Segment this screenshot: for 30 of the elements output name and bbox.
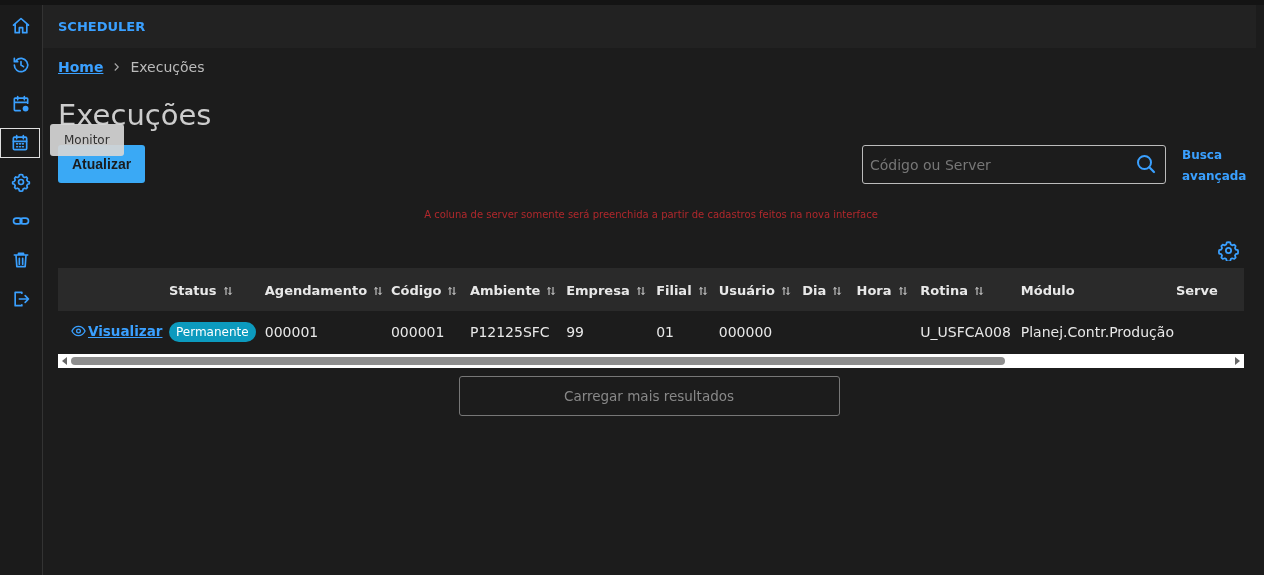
column-header[interactable]: Código bbox=[390, 282, 442, 298]
column-header[interactable]: Ambiente bbox=[469, 282, 541, 298]
column-header[interactable]: Rotina bbox=[920, 282, 968, 298]
column-header[interactable]: Usuário bbox=[718, 282, 775, 298]
app-title: SCHEDULER bbox=[58, 19, 146, 34]
status-tag: Permanente bbox=[169, 321, 256, 342]
table-cell: P12125SFC bbox=[469, 323, 550, 340]
breadcrumb-link[interactable]: Home bbox=[58, 59, 104, 75]
column-header[interactable]: Módulo bbox=[1020, 282, 1075, 298]
column-header[interactable]: Hora bbox=[856, 282, 892, 298]
column-header[interactable]: Empresa bbox=[566, 282, 630, 298]
column-header[interactable]: Agendamento bbox=[264, 282, 368, 298]
column-header[interactable]: Filial bbox=[656, 282, 692, 298]
column-header[interactable]: Serve bbox=[1175, 282, 1218, 298]
view-link[interactable]: Visualizar bbox=[71, 323, 163, 339]
column-header[interactable]: Status bbox=[169, 282, 217, 298]
tooltip: Monitor bbox=[50, 124, 124, 156]
breadcrumb-current: Execuções bbox=[130, 59, 205, 75]
table-cell: 01 bbox=[656, 323, 674, 340]
notice-text: A coluna de server somente será preenchida a partir de cadastros feitos na nova interface bbox=[423, 209, 879, 222]
advanced-search-link[interactable]: Busca avançada bbox=[1182, 145, 1244, 187]
table-cell: U_USFCA008 bbox=[920, 323, 1011, 340]
column-header[interactable]: Dia bbox=[802, 282, 827, 298]
search-field[interactable]: Código ou Server bbox=[862, 145, 1166, 184]
table-cell: 99 bbox=[566, 323, 584, 340]
table-cell: Planej.Contr.Produção bbox=[1020, 323, 1174, 340]
table-cell: 000001 bbox=[264, 323, 319, 340]
table-cell: 000001 bbox=[390, 323, 445, 340]
load-more-button[interactable]: Carregar mais resultados bbox=[458, 376, 840, 416]
table-cell: 000000 bbox=[718, 323, 773, 340]
